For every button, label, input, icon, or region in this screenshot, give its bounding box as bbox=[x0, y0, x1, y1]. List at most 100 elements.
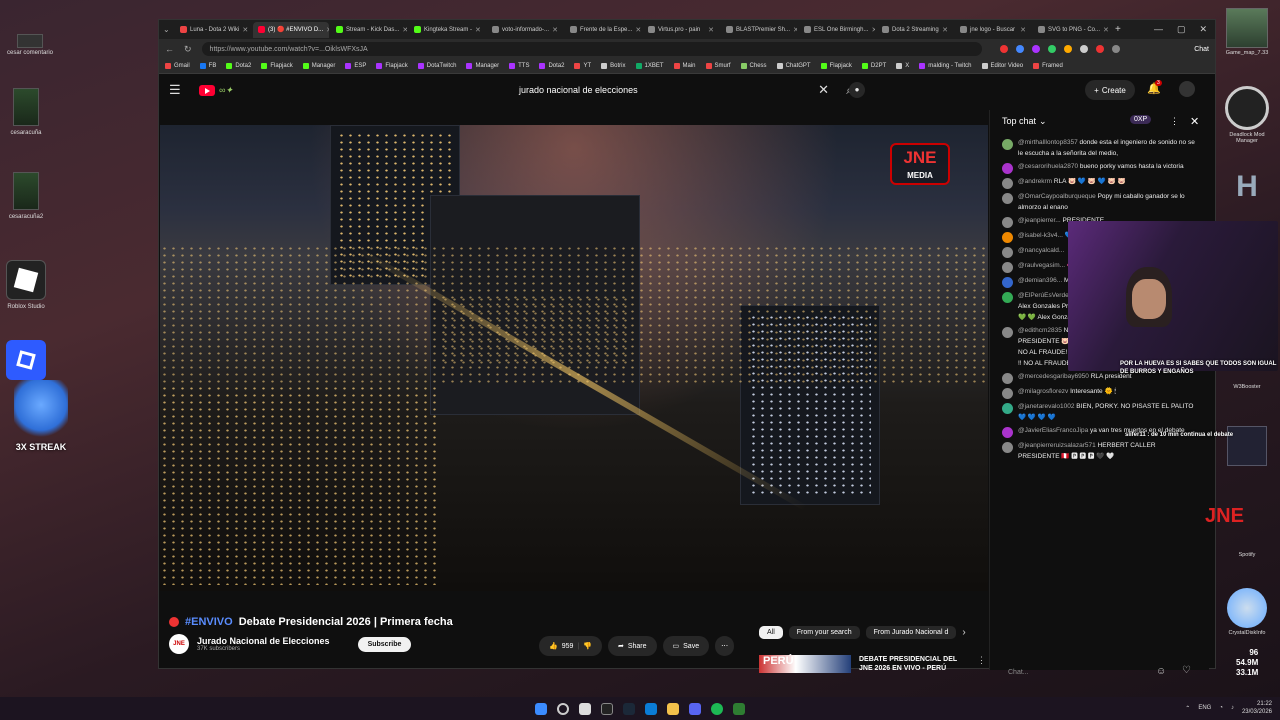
close-tab-icon[interactable]: ✕ bbox=[1020, 26, 1026, 34]
browser-tab[interactable]: BLASTPremier Sh... ✕ bbox=[721, 22, 797, 38]
bookmark-item[interactable]: Flapjack bbox=[376, 63, 408, 69]
bookmark-item[interactable]: D2PT bbox=[861, 63, 886, 69]
browser-tab[interactable]: voto-informado-... ✕ bbox=[487, 22, 563, 38]
close-tab-icon[interactable]: ✕ bbox=[552, 26, 558, 34]
url-input[interactable]: https://www.youtube.com/watch?v=...Oikls… bbox=[201, 42, 982, 56]
spotify-icon[interactable] bbox=[711, 702, 723, 715]
kebab-icon[interactable]: ⋮ bbox=[977, 655, 986, 673]
kebab-icon[interactable]: ⋮ bbox=[1170, 116, 1179, 127]
extension-icon[interactable] bbox=[1111, 45, 1120, 53]
desktop-icon-game-map[interactable]: Game_map_7.33 bbox=[1222, 8, 1272, 56]
extension-icon[interactable] bbox=[1079, 45, 1088, 53]
browser-tab[interactable]: Virtus.pro - pain ✕ bbox=[643, 22, 719, 38]
filter-chip-from-search[interactable]: From your search bbox=[788, 626, 860, 639]
browser-tab[interactable]: Kingteka Stream - ✕ bbox=[409, 22, 485, 38]
clock[interactable]: 21:22 23/03/2026 bbox=[1242, 700, 1272, 716]
excel-icon[interactable] bbox=[733, 702, 745, 715]
extension-icon[interactable] bbox=[999, 45, 1008, 53]
youtube-doodle-icon[interactable]: ∞✦ bbox=[219, 85, 233, 96]
steam-icon[interactable] bbox=[623, 702, 635, 715]
bookmark-item[interactable]: Editor Video bbox=[981, 63, 1023, 69]
file-explorer-icon[interactable] bbox=[667, 702, 679, 715]
browser-tab[interactable]: Dota 2 Streaming ✕ bbox=[877, 22, 953, 38]
xp-badge[interactable]: 0XP bbox=[1130, 115, 1152, 124]
youtube-logo-icon[interactable] bbox=[199, 84, 215, 96]
extension-icon[interactable] bbox=[1031, 45, 1040, 53]
desktop-icon-spotify[interactable]: Spotify bbox=[1222, 552, 1272, 558]
chrome-icon[interactable] bbox=[579, 702, 591, 715]
save-button[interactable]: ▭ Save bbox=[662, 636, 710, 656]
extension-icon[interactable] bbox=[1095, 45, 1104, 53]
new-tab-icon[interactable]: + bbox=[1111, 24, 1121, 35]
account-avatar[interactable] bbox=[1179, 81, 1195, 97]
filter-chip-from-channel[interactable]: From Jurado Nacional d bbox=[865, 626, 957, 639]
bookmark-item[interactable]: 1XBET bbox=[635, 63, 664, 69]
more-actions-button[interactable]: ⋯ bbox=[715, 636, 735, 656]
related-video[interactable]: PERÚ DEBATE PRESIDENCIAL DEL JNE 2026 EN… bbox=[759, 655, 986, 673]
extension-icon[interactable] bbox=[1015, 45, 1024, 53]
desktop-icon-roblox-player[interactable] bbox=[0, 340, 56, 384]
windows-start-icon[interactable] bbox=[535, 702, 547, 715]
bookmark-item[interactable]: TTS bbox=[509, 63, 529, 69]
bookmark-item[interactable]: Gmail bbox=[165, 63, 190, 69]
chat-message[interactable]: @janetarevalo1002 BIEN, PORKY. NO PISAST… bbox=[990, 400, 1209, 424]
reload-icon[interactable]: ↻ bbox=[184, 44, 192, 55]
close-tab-icon[interactable]: ✕ bbox=[1103, 26, 1109, 34]
bookmark-item[interactable]: Botrix bbox=[601, 63, 626, 69]
bookmark-item[interactable]: Chess bbox=[740, 63, 767, 69]
close-tab-icon[interactable]: ✕ bbox=[326, 26, 329, 34]
bookmark-item[interactable]: Manager bbox=[302, 63, 335, 69]
chat-input[interactable]: Chat... bbox=[1002, 663, 1162, 681]
browser-tab[interactable]: ESL One Birmingh... ✕ bbox=[799, 22, 875, 38]
bookmark-item[interactable]: Flapjack bbox=[261, 63, 293, 69]
bookmark-item[interactable]: Manager bbox=[466, 63, 499, 69]
microphone-icon[interactable]: ● bbox=[849, 82, 865, 98]
desktop-icon-deadlock[interactable]: Deadlock Mod Manager bbox=[1222, 86, 1272, 144]
language-indicator[interactable]: ENG bbox=[1198, 705, 1211, 711]
bookmark-item[interactable]: ESP bbox=[345, 63, 366, 69]
wifi-icon[interactable]: ◔ bbox=[1219, 705, 1223, 711]
create-button[interactable]: + Create bbox=[1085, 80, 1135, 100]
bookmark-item[interactable]: DotaTwitch bbox=[417, 63, 456, 69]
desktop-icon-w3booster[interactable]: W3Booster bbox=[1222, 384, 1272, 390]
filter-chip-all[interactable]: All bbox=[759, 626, 783, 639]
hashtag-link[interactable]: #ENVIVO bbox=[185, 616, 233, 628]
browser-tab[interactable]: Stream - Kick Das... ✕ bbox=[331, 22, 407, 38]
close-tab-icon[interactable]: ✕ bbox=[475, 26, 481, 34]
bookmark-item[interactable]: FB bbox=[199, 63, 216, 69]
bookmark-item[interactable]: YT bbox=[574, 63, 591, 69]
desktop-icon-h[interactable]: H bbox=[1222, 170, 1272, 210]
chat-message[interactable]: @jeanpierreruizsalazar571 HERBERT CALLER… bbox=[990, 439, 1209, 463]
search-input[interactable]: jurado nacional de elecciones ✕ ⌕ bbox=[509, 79, 853, 101]
bookmark-item[interactable]: Flapjack bbox=[820, 63, 852, 69]
chat-message[interactable]: @mirthalllontop8357 donde esta el ingeni… bbox=[990, 136, 1209, 160]
desktop-icon-cesaracuna[interactable]: cesaracuña bbox=[0, 88, 56, 136]
bookmark-item[interactable]: Smurf bbox=[705, 63, 731, 69]
close-tab-icon[interactable]: ✕ bbox=[242, 26, 248, 34]
chat-button[interactable]: Chat bbox=[1194, 46, 1209, 53]
bookmark-item[interactable]: ChatGPT bbox=[776, 63, 811, 69]
chat-message[interactable]: @OmarCaypoalburqueque Popy mi caballo ga… bbox=[990, 190, 1209, 214]
close-icon[interactable]: ✕ bbox=[1190, 115, 1199, 128]
desktop-icon-roblox-studio[interactable]: Roblox Studio bbox=[0, 260, 56, 310]
browser-tab-active[interactable]: (3) 🔴 #ENVIVO D...✕ bbox=[253, 21, 329, 38]
subscribe-button[interactable]: Subscribe bbox=[357, 636, 412, 652]
chevron-down-icon[interactable]: ⌄ bbox=[1039, 116, 1047, 127]
chat-message[interactable]: @andrekrm RLA 🐷 💙 🐷 💙 🐷 🐷 bbox=[990, 175, 1209, 190]
desktop-icon-comment[interactable]: cesar comentario bbox=[0, 34, 60, 56]
desktop-icon-cesaracuna2[interactable]: cesaracuña2 bbox=[0, 172, 56, 220]
browser-tab[interactable]: SVG to PNG - Co... ✕ bbox=[1033, 22, 1109, 38]
heart-icon[interactable]: ♡ bbox=[1182, 665, 1191, 676]
bookmark-item[interactable]: malding - Twitch bbox=[919, 63, 972, 69]
menu-icon[interactable]: ☰ bbox=[169, 82, 189, 98]
bookmark-item[interactable]: Main bbox=[673, 63, 696, 69]
minimize-icon[interactable]: — bbox=[1154, 24, 1163, 35]
browser-tab[interactable]: Frente de la Espe... ✕ bbox=[565, 22, 641, 38]
close-tab-icon[interactable]: ✕ bbox=[635, 26, 641, 34]
close-tab-icon[interactable]: ✕ bbox=[402, 26, 407, 34]
share-button[interactable]: ➦ Share bbox=[607, 636, 657, 656]
video-player[interactable]: JNE MEDIA bbox=[160, 125, 988, 591]
browser-tab[interactable]: Luna - Dota 2 Wiki ✕ bbox=[175, 22, 251, 38]
chat-message[interactable]: @milagrosflorezv Interesante 🌞 🕯 bbox=[990, 385, 1209, 400]
channel-avatar[interactable]: JNE bbox=[169, 634, 189, 654]
